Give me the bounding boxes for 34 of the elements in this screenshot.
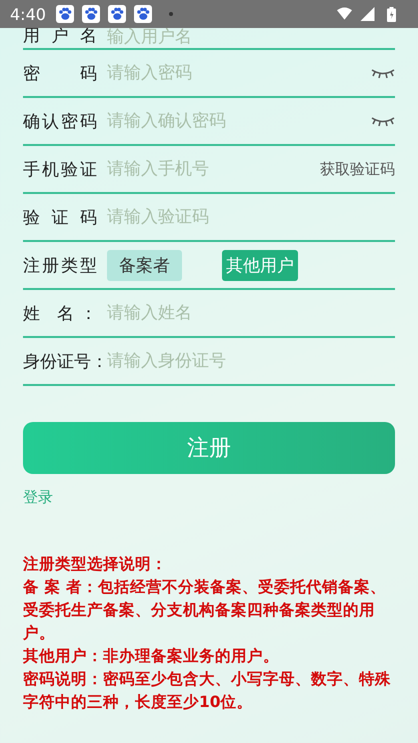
note-text: 备 案 者：包括经营不分装备案、受委托代销备案、受委托生产备案、分支机构备案四种备案类型的用户。 <box>23 577 387 644</box>
closed-eye-icon[interactable] <box>371 67 395 79</box>
login-link[interactable]: 登录 <box>23 488 53 507</box>
field-label: 注册类型 <box>23 254 97 276</box>
dot-icon <box>168 11 174 17</box>
field-label: 确认密码 <box>23 110 97 132</box>
paw-icon <box>134 5 152 23</box>
input-field[interactable]: 请输入身份证号 <box>107 351 395 371</box>
field-label: 验 证 码 <box>23 206 97 228</box>
type-option[interactable]: 其他用户 <box>222 250 298 280</box>
input-field[interactable]: 输入用户名 <box>107 27 395 47</box>
get-code-button[interactable]: 获取验证码 <box>320 160 395 178</box>
closed-eye-icon[interactable] <box>371 115 395 127</box>
note-text: 其他用户：非办理备案业务的用户。 <box>23 646 280 667</box>
field-label: 姓 名： <box>23 302 97 324</box>
type-option[interactable]: 备案者 <box>107 250 182 280</box>
field-label: 手机验证 <box>23 158 97 180</box>
battery-icon <box>387 6 396 22</box>
field-label: 密 码 <box>23 62 97 84</box>
paw-icon <box>56 5 74 23</box>
register-button[interactable]: 注册 <box>23 422 395 474</box>
note-text: 注册类型选择说明： <box>23 554 168 575</box>
input-field[interactable]: 请输入验证码 <box>107 207 395 227</box>
note-text: 密码说明：密码至少包含大、小写字母、数字、特殊字符中的三种，长度至少10位。 <box>23 669 392 713</box>
paw-icon <box>82 5 100 23</box>
status-time: 4:40 <box>10 4 46 24</box>
input-field[interactable]: 请输入确认密码 <box>107 111 371 131</box>
input-field[interactable]: 请输入手机号 <box>107 159 320 179</box>
input-field[interactable]: 请输入密码 <box>107 63 371 83</box>
wifi-icon <box>337 7 352 21</box>
field-label: 用 户 名 <box>23 25 97 47</box>
signal-icon <box>360 7 375 21</box>
paw-icon <box>108 5 126 23</box>
input-field[interactable]: 请输入姓名 <box>107 303 395 323</box>
